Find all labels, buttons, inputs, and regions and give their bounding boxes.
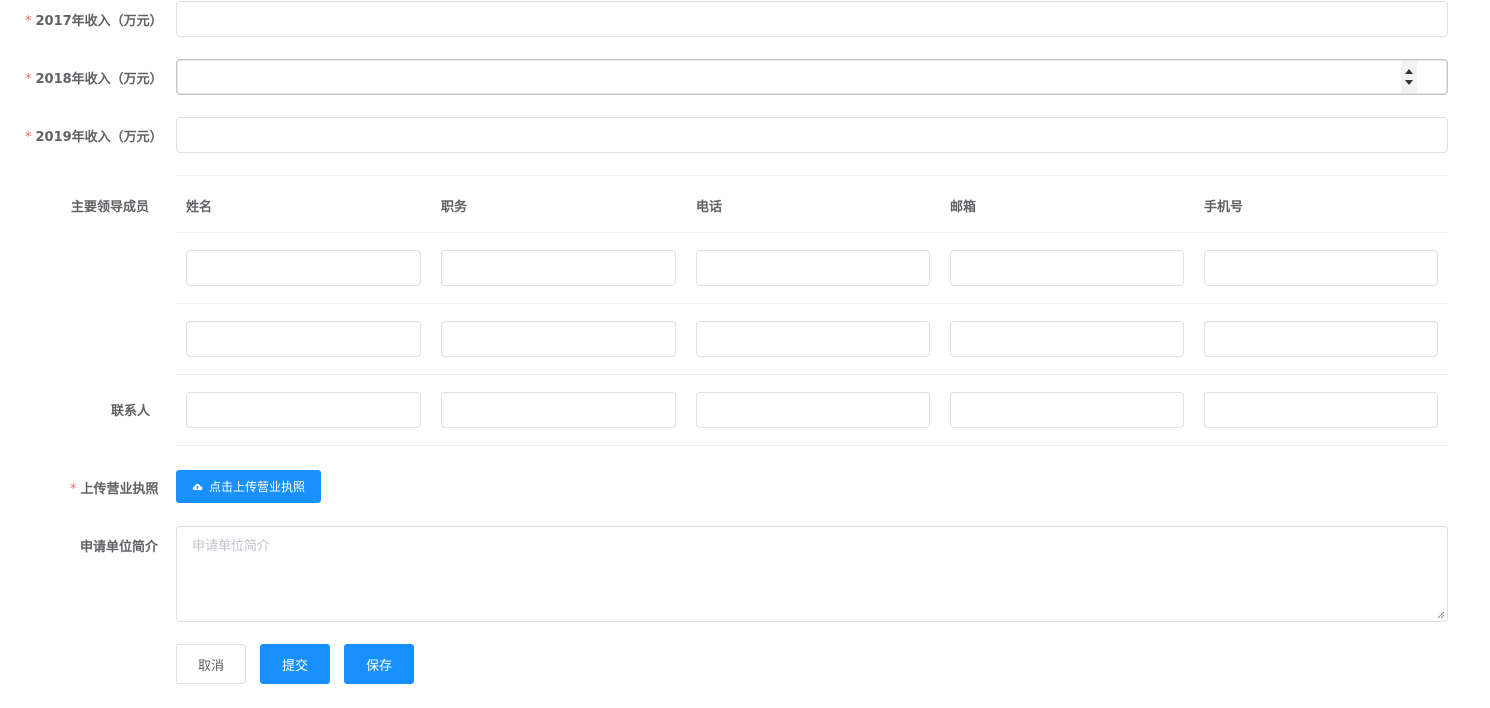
table-top-divider — [176, 175, 1448, 176]
revenue-2018-label: * 2018年收入（万元） — [25, 68, 163, 87]
contact-position-input[interactable] — [441, 392, 676, 428]
increment-arrow-icon[interactable] — [1405, 69, 1413, 74]
column-header-position: 职务 — [441, 200, 468, 215]
column-header-phone: 电话 — [696, 200, 723, 215]
revenue-2019-input[interactable] — [176, 117, 1448, 153]
intro-label: 申请单位简介 — [80, 540, 159, 555]
cloud-upload-icon — [192, 483, 203, 490]
intro-placeholder: 申请单位简介 — [192, 539, 271, 554]
leader-1-name-input[interactable] — [186, 250, 421, 286]
upload-license-button[interactable]: 点击上传营业执照 — [176, 470, 321, 503]
leader-1-phone-input[interactable] — [696, 250, 930, 286]
table-bottom-divider — [176, 445, 1448, 446]
column-header-name: 姓名 — [186, 200, 213, 215]
required-mark: * — [70, 482, 77, 497]
leader-2-mobile-input[interactable] — [1204, 321, 1438, 357]
upload-license-button-label: 点击上传营业执照 — [208, 480, 305, 494]
contact-mobile-input[interactable] — [1204, 392, 1438, 428]
application-form: * 2017年收入（万元） * 2018年收入（万元） * 2019年收入（万元） 主… — [0, 0, 1490, 708]
save-button[interactable]: 保存 — [344, 644, 414, 684]
license-label-text: 上传营业执照 — [80, 482, 159, 497]
leader-2-position-input[interactable] — [441, 321, 676, 357]
contact-label: 联系人 — [111, 404, 151, 419]
leader-1-email-input[interactable] — [950, 250, 1184, 286]
revenue-2018-label-text: 2018年收入（万元） — [35, 72, 163, 87]
revenue-2018-input[interactable] — [176, 59, 1448, 95]
leaders-label: 主要领导成员 — [71, 200, 150, 215]
contact-email-input[interactable] — [950, 392, 1184, 428]
column-header-email: 邮箱 — [950, 200, 977, 215]
leader-2-name-input[interactable] — [186, 321, 421, 357]
decrement-arrow-icon[interactable] — [1405, 80, 1413, 85]
leader-2-phone-input[interactable] — [696, 321, 930, 357]
required-mark: * — [25, 72, 32, 87]
contact-name-input[interactable] — [186, 392, 421, 428]
revenue-2019-label-text: 2019年收入（万元） — [35, 130, 163, 145]
contact-phone-input[interactable] — [696, 392, 930, 428]
intro-textarea[interactable]: 申请单位简介 — [176, 526, 1448, 622]
table-row-divider — [176, 303, 1448, 304]
revenue-2017-label: * 2017年收入（万元） — [25, 10, 163, 29]
revenue-2017-input[interactable] — [176, 1, 1448, 37]
leader-2-email-input[interactable] — [950, 321, 1184, 357]
leader-1-position-input[interactable] — [441, 250, 676, 286]
leader-1-mobile-input[interactable] — [1204, 250, 1438, 286]
column-header-mobile: 手机号 — [1204, 200, 1244, 215]
resize-grip-icon[interactable] — [1437, 611, 1445, 619]
revenue-2017-label-text: 2017年收入（万元） — [35, 14, 163, 29]
license-label: * 上传营业执照 — [70, 478, 159, 497]
table-header-divider — [176, 232, 1448, 233]
table-row-divider — [176, 374, 1448, 375]
submit-button[interactable]: 提交 — [260, 644, 330, 684]
revenue-2019-label: * 2019年收入（万元） — [25, 126, 163, 145]
number-spinner[interactable] — [1401, 61, 1417, 93]
required-mark: * — [25, 130, 32, 145]
required-mark: * — [25, 14, 32, 29]
cancel-button[interactable]: 取消 — [176, 644, 246, 684]
